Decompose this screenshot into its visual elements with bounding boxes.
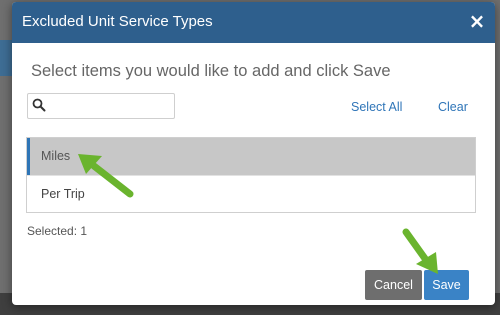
background-sidebar-tab — [0, 40, 12, 76]
instructions-text: Select items you would like to add and c… — [31, 62, 391, 80]
dialog-title: Excluded Unit Service Types — [22, 13, 213, 30]
search-box[interactable] — [27, 93, 175, 119]
search-icon — [32, 98, 46, 112]
excluded-unit-service-types-dialog: Excluded Unit Service Types × Select ite… — [12, 2, 495, 305]
save-button[interactable]: Save — [424, 270, 469, 300]
close-icon[interactable]: × — [467, 11, 487, 31]
list-item-miles[interactable]: Miles — [27, 138, 475, 175]
list-item-per-trip[interactable]: Per Trip — [27, 175, 475, 212]
cancel-button[interactable]: Cancel — [365, 270, 422, 300]
selected-count: Selected: 1 — [27, 224, 88, 238]
select-all-link[interactable]: Select All — [351, 100, 402, 114]
clear-link[interactable]: Clear — [438, 100, 468, 114]
search-input[interactable] — [50, 96, 170, 115]
service-types-list: Miles Per Trip — [26, 137, 476, 213]
dialog-header: Excluded Unit Service Types × — [12, 2, 495, 43]
